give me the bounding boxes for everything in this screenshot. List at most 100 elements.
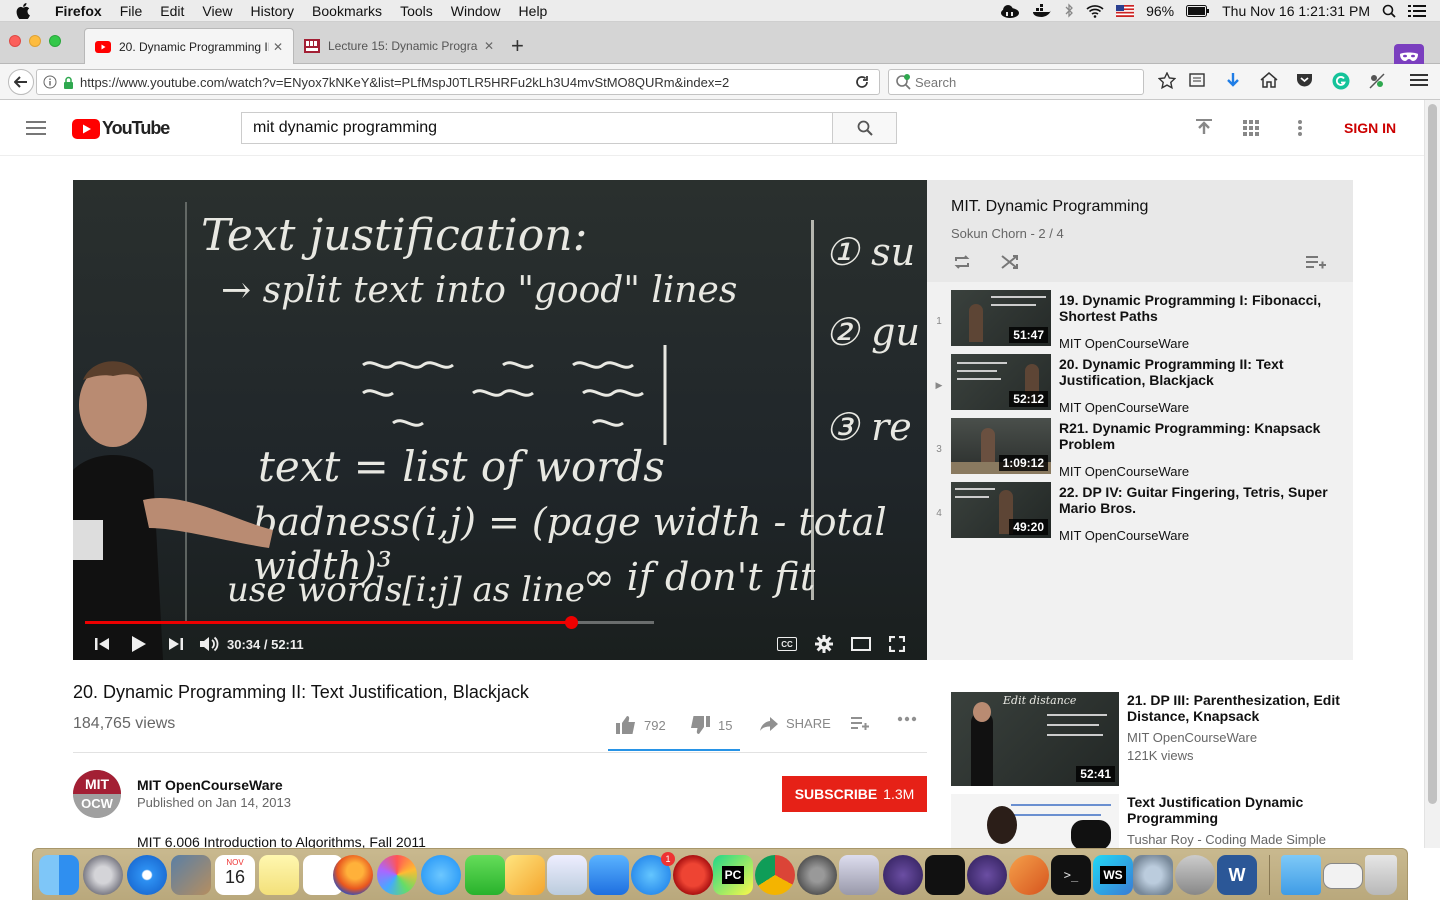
- menu-help[interactable]: Help: [510, 3, 557, 19]
- subscribe-button[interactable]: SUBSCRIBE 1.3M: [782, 776, 927, 812]
- related-thumbnail[interactable]: Edit distance 52:41: [951, 692, 1119, 786]
- more-actions-button[interactable]: [897, 716, 917, 722]
- webstorm-icon[interactable]: WS: [1093, 855, 1133, 895]
- photos-icon[interactable]: [377, 855, 417, 895]
- tab-youtube[interactable]: 20. Dynamic Programming II: Te ✕: [84, 28, 294, 64]
- shuffle-icon[interactable]: [1001, 254, 1019, 270]
- facetime-icon[interactable]: [465, 855, 505, 895]
- extension-puzzle-icon[interactable]: [1368, 72, 1386, 90]
- database-icon[interactable]: [1175, 855, 1215, 895]
- youtube-search-input[interactable]: mit dynamic programming: [241, 112, 833, 144]
- menu-view[interactable]: View: [193, 3, 241, 19]
- page-scrollbar[interactable]: [1424, 100, 1440, 848]
- tab-lecture-15[interactable]: Lecture 15: Dynamic Programm ✕: [294, 28, 504, 64]
- reading-list-icon[interactable]: [1189, 72, 1205, 88]
- apple-menu-icon[interactable]: [0, 2, 46, 19]
- playlist-item-title[interactable]: 20. Dynamic Programming II: Text Justifi…: [1059, 356, 1329, 388]
- sign-in-button[interactable]: SIGN IN: [1344, 120, 1396, 136]
- playlist-thumbnail[interactable]: 49:20: [951, 482, 1051, 538]
- keynote-icon[interactable]: [589, 855, 629, 895]
- back-button[interactable]: [8, 69, 34, 95]
- apps-grid-icon[interactable]: [1243, 120, 1259, 136]
- eclipse-2-icon[interactable]: [967, 855, 1007, 895]
- new-tab-button[interactable]: +: [511, 35, 524, 57]
- settings-gear-icon[interactable]: [815, 635, 833, 653]
- playlist-thumbnail[interactable]: 1:09:12: [951, 418, 1051, 474]
- downloads-icon[interactable]: [1225, 72, 1241, 90]
- console-icon[interactable]: [925, 855, 965, 895]
- safari-compass-icon[interactable]: [127, 855, 167, 895]
- numbers-chart-icon[interactable]: [547, 855, 587, 895]
- minimized-window-icon[interactable]: [1323, 863, 1363, 889]
- loop-icon[interactable]: [953, 254, 971, 270]
- clock[interactable]: Thu Nov 16 1:21:31 PM: [1222, 3, 1370, 19]
- system-preferences-icon[interactable]: [797, 855, 837, 895]
- close-tab-icon[interactable]: ✕: [273, 40, 283, 54]
- like-button[interactable]: 792: [616, 716, 666, 734]
- share-button[interactable]: SHARE: [760, 716, 831, 731]
- trash-icon[interactable]: [1365, 855, 1397, 895]
- guide-menu-icon[interactable]: [26, 121, 46, 135]
- finder-icon[interactable]: [39, 855, 79, 895]
- menu-file[interactable]: File: [111, 3, 152, 19]
- reload-icon[interactable]: [855, 75, 869, 89]
- image-capture-icon[interactable]: [839, 855, 879, 895]
- word-icon[interactable]: W: [1217, 855, 1257, 895]
- chrome-icon[interactable]: [755, 855, 795, 895]
- url-bar[interactable]: https://www.youtube.com/watch?v=ENyox7kN…: [36, 69, 880, 95]
- youtube-logo[interactable]: YouTube: [72, 118, 170, 139]
- menu-edit[interactable]: Edit: [151, 3, 193, 19]
- feather-app-icon[interactable]: [1009, 855, 1049, 895]
- playlist-item-title[interactable]: 22. DP IV: Guitar Fingering, Tetris, Sup…: [1059, 484, 1329, 516]
- launchpad-rocket-icon[interactable]: [83, 855, 123, 895]
- playlist-item-title[interactable]: R21. Dynamic Programming: Knapsack Probl…: [1059, 420, 1329, 452]
- terminal-icon[interactable]: >_: [1051, 855, 1091, 895]
- spotlight-search-icon[interactable]: [1382, 4, 1396, 18]
- theater-mode-icon[interactable]: [851, 637, 871, 651]
- volume-icon[interactable]: [199, 635, 219, 653]
- preview-photos-icon[interactable]: [171, 855, 211, 895]
- more-options-icon[interactable]: [1297, 120, 1303, 136]
- playlist-item[interactable]: 4 49:20 22. DP IV: Guitar Fingering, Tet…: [927, 482, 1353, 546]
- wifi-icon[interactable]: [1086, 4, 1104, 18]
- eclipse-icon[interactable]: [883, 855, 923, 895]
- dislike-button[interactable]: 15: [690, 716, 732, 734]
- save-playlist-icon[interactable]: [1306, 255, 1326, 269]
- channel-name[interactable]: MIT OpenCourseWare: [137, 777, 283, 793]
- playlist-item[interactable]: 1 51:47 19. Dynamic Programming I: Fibon…: [927, 290, 1353, 354]
- minimize-window-button[interactable]: [29, 35, 41, 47]
- progress-bar[interactable]: [85, 621, 571, 624]
- lock-icon[interactable]: [63, 76, 74, 89]
- bluetooth-icon[interactable]: [1064, 3, 1074, 18]
- menu-history[interactable]: History: [241, 3, 303, 19]
- close-window-button[interactable]: [9, 35, 21, 47]
- channel-avatar[interactable]: MIT OCW: [73, 770, 121, 818]
- playlist-title[interactable]: MIT. Dynamic Programming: [951, 198, 1148, 216]
- cloud-app-icon[interactable]: [1000, 4, 1020, 18]
- messages-icon[interactable]: [421, 855, 461, 895]
- upload-icon[interactable]: [1196, 119, 1212, 137]
- app-store-icon[interactable]: 1: [631, 852, 675, 895]
- search-engine-icon[interactable]: [895, 74, 911, 90]
- us-flag-icon[interactable]: [1116, 4, 1135, 17]
- playlist-item-title[interactable]: 19. Dynamic Programming I: Fibonacci, Sh…: [1059, 292, 1329, 324]
- previous-icon[interactable]: [95, 637, 109, 651]
- menu-bookmarks[interactable]: Bookmarks: [303, 3, 391, 19]
- playlist-item[interactable]: 3 1:09:12 R21. Dynamic Programming: Knap…: [927, 418, 1353, 482]
- menu-tools[interactable]: Tools: [391, 3, 442, 19]
- play-icon[interactable]: [131, 635, 147, 653]
- system-information-icon[interactable]: [1133, 855, 1173, 895]
- playlist-thumbnail[interactable]: 52:12: [951, 354, 1051, 410]
- pycharm-icon[interactable]: PC: [713, 855, 753, 895]
- menu-window[interactable]: Window: [442, 3, 510, 19]
- battery-icon[interactable]: [1186, 4, 1210, 17]
- related-thumbnail[interactable]: [951, 794, 1119, 848]
- related-title[interactable]: 21. DP III: Parenthesization, Edit Dista…: [1127, 692, 1347, 724]
- close-tab-icon[interactable]: ✕: [484, 39, 494, 53]
- add-to-playlist-button[interactable]: [851, 716, 869, 730]
- related-video[interactable]: Text Justification Dynamic Programming T…: [951, 794, 1351, 848]
- scrollbar-thumb[interactable]: [1428, 104, 1437, 804]
- grammarly-icon[interactable]: [1332, 72, 1350, 90]
- pages-icon[interactable]: [505, 855, 545, 895]
- playlist-item-current[interactable]: ▶ 52:12 20. Dynamic Programming II: Text…: [927, 354, 1353, 418]
